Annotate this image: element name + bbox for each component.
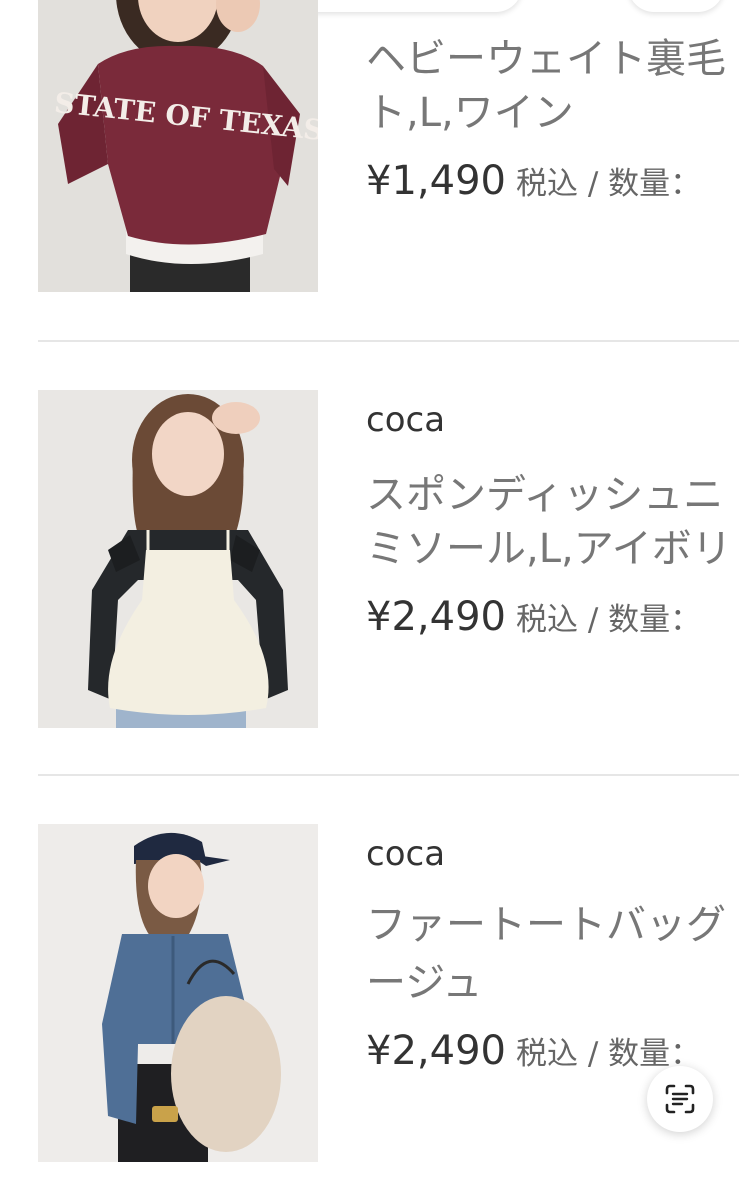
product-title-line2[interactable]: ージュ	[366, 954, 739, 1012]
product-image[interactable]	[38, 390, 318, 728]
product-image[interactable]: STATE OF TEXAS	[38, 0, 318, 292]
price-row: ¥1,490 税込 / 数量：	[366, 158, 739, 204]
divider	[38, 340, 739, 342]
product-title-line1[interactable]: ファートートバッグ	[366, 896, 739, 954]
product-brand[interactable]: coca	[366, 400, 445, 440]
tax-quantity-label: 税込 / 数量：	[515, 166, 702, 202]
price-row: ¥2,490 税込 / 数量：	[366, 594, 739, 640]
text-scan-icon	[665, 1084, 695, 1114]
cart-item[interactable]: coca スポンディッシュニ ミソール,L,アイボリ ¥2,490 税込 / 数…	[0, 390, 739, 730]
product-brand[interactable]: coca	[366, 834, 445, 874]
cart-item[interactable]: STATE OF TEXAS ヘビーウェイト裏毛 ト,L,ワイン ¥1,490 …	[0, 0, 739, 294]
product-title-line2[interactable]: ミソール,L,アイボリ	[366, 520, 739, 578]
cart-page: STATE OF TEXAS ヘビーウェイト裏毛 ト,L,ワイン ¥1,490 …	[0, 0, 739, 1200]
cart-item[interactable]: coca ファートートバッグ ージュ ¥2,490 税込 / 数量：	[0, 824, 739, 1164]
product-price: ¥2,490	[366, 594, 506, 640]
product-title-line1[interactable]: スポンディッシュニ	[366, 466, 739, 524]
product-price: ¥1,490	[366, 158, 506, 204]
divider	[38, 774, 739, 776]
product-title-line2[interactable]: ト,L,ワイン	[366, 84, 739, 142]
product-image[interactable]	[38, 824, 318, 1162]
product-title-line1[interactable]: ヘビーウェイト裏毛	[366, 30, 739, 88]
tax-quantity-label: 税込 / 数量：	[515, 602, 702, 638]
product-price: ¥2,490	[366, 1028, 506, 1074]
text-scan-button[interactable]	[647, 1066, 713, 1132]
